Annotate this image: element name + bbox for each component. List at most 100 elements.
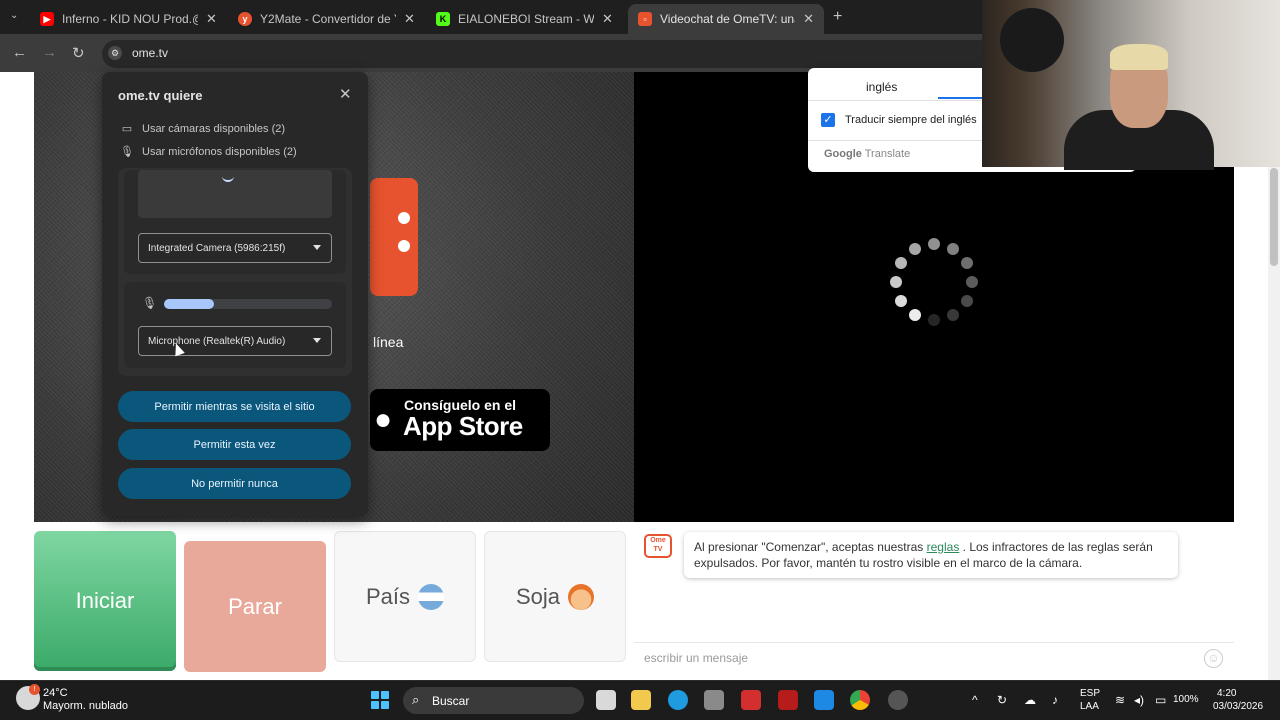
camera-select[interactable]: Integrated Camera (5986:215f): [138, 233, 332, 263]
temperature[interactable]: 24°C: [43, 687, 68, 699]
button-label: Permitir esta vez: [193, 438, 276, 451]
tab-title: Y2Mate - Convertidor de YouTu: [260, 12, 396, 26]
dropdown-caret-icon: [313, 245, 321, 250]
scrollbar-thumb[interactable]: [1270, 168, 1278, 266]
weather-description[interactable]: Mayorm. nublado: [43, 700, 128, 712]
webcam-person-hair: [1110, 44, 1168, 70]
file-explorer-icon[interactable]: [631, 690, 651, 710]
camera-loading-icon: [222, 170, 234, 182]
keyboard-layout[interactable]: LAA: [1080, 701, 1099, 712]
translate-tab-indicator: [938, 97, 984, 99]
permission-title: ome.tv quiere: [118, 88, 203, 103]
mic-select-value: Microphone (Realtek(R) Audio): [148, 335, 286, 347]
mic-permission-label: Usar micrófonos disponibles (2): [142, 145, 297, 158]
gender-button[interactable]: Soja: [484, 531, 626, 662]
site-info-icon[interactable]: ⚙: [108, 46, 122, 60]
weather-alert-badge: !: [29, 684, 40, 695]
youtube-icon: ▶: [40, 12, 54, 26]
close-tab-icon[interactable]: ✕: [206, 11, 217, 27]
emoji-icon[interactable]: ☺: [1204, 649, 1223, 668]
spinner-dot: [947, 308, 959, 321]
never-allow-button[interactable]: No permitir nunca: [118, 468, 351, 499]
mcafee-icon[interactable]: [778, 690, 798, 710]
sync-icon[interactable]: ↻: [997, 693, 1007, 707]
taskbar-search[interactable]: [403, 687, 584, 714]
google-translate-brand: Google Translate: [824, 148, 910, 160]
rules-link[interactable]: reglas: [927, 540, 960, 554]
ometv-icon: ▫: [638, 12, 652, 26]
microphone-icon: 🎙: [120, 146, 134, 158]
stop-label: Parar: [228, 593, 282, 619]
allow-once-button[interactable]: Permitir esta vez: [118, 429, 351, 460]
spinner-dot: [890, 276, 902, 288]
stop-button[interactable]: Parar: [184, 541, 326, 672]
tab-y2mate[interactable]: y Y2Mate - Convertidor de YouTu ✕: [228, 4, 426, 34]
country-button[interactable]: País: [334, 531, 476, 662]
translate-language-tab[interactable]: inglés: [866, 80, 897, 94]
tab-search-chevron-icon[interactable]: ⌄: [10, 10, 18, 21]
url-text[interactable]: ome.tv: [132, 46, 168, 60]
allow-while-visiting-button[interactable]: Permitir mientras se visita el sitio: [118, 391, 351, 422]
app-icon[interactable]: [888, 690, 908, 710]
chat-logo-top: Ome: [650, 537, 666, 544]
tab-kick[interactable]: K EIALONEBOI Stream - Watch Liv ✕: [426, 4, 624, 34]
spinner-dot: [960, 295, 973, 307]
wifi-icon[interactable]: ≋: [1115, 693, 1125, 707]
spinner-dot: [928, 314, 940, 326]
always-translate-checkbox[interactable]: ✓: [821, 113, 835, 127]
logo-eye: [398, 240, 410, 252]
forward-icon[interactable]: →: [42, 44, 57, 61]
tray-microphone-icon[interactable]: ♪: [1052, 693, 1058, 707]
store-icon[interactable]: [704, 690, 724, 710]
battery-icon[interactable]: ▭: [1155, 693, 1166, 707]
button-label: No permitir nunca: [191, 477, 278, 490]
edge-icon[interactable]: [668, 690, 688, 710]
camera-icon: ▭: [121, 123, 133, 135]
close-tab-icon[interactable]: ✕: [602, 11, 613, 27]
close-tab-icon[interactable]: ✕: [404, 11, 415, 27]
mic-level-fill: [164, 299, 214, 309]
translate-brand-text: Translate: [864, 148, 911, 160]
close-icon[interactable]: ✕: [339, 85, 352, 103]
clock-date[interactable]: 03/03/2026: [1213, 701, 1263, 712]
kick-icon: K: [436, 12, 450, 26]
ometv-logo: [370, 178, 418, 296]
message-text: Al presionar "Comenzar", aceptas nuestra…: [694, 540, 927, 554]
person-emoji-icon: [568, 583, 595, 610]
address-bar[interactable]: [102, 40, 992, 68]
show-hidden-icons[interactable]: ^: [972, 693, 978, 707]
chrome-icon[interactable]: [850, 690, 870, 710]
message-placeholder: escribir un mensaje: [644, 651, 749, 665]
spinner-dot: [960, 257, 973, 269]
camera-select-value: Integrated Camera (5986:215f): [148, 242, 286, 254]
battery-percent[interactable]: 100%: [1173, 694, 1199, 705]
microphone-select[interactable]: Microphone (Realtek(R) Audio): [138, 326, 332, 356]
tab-title: EIALONEBOI Stream - Watch Liv: [458, 12, 594, 26]
task-view-icon[interactable]: [596, 690, 616, 710]
close-tab-icon[interactable]: ✕: [803, 11, 814, 27]
back-icon[interactable]: ←: [12, 44, 27, 61]
tab-ometv[interactable]: ▫ Videochat de OmeTV: una alter ✕: [628, 4, 824, 34]
chat-logo-bottom: TV: [653, 546, 663, 553]
ometv-chat-logo: Ome TV: [644, 534, 672, 558]
argentina-flag-icon: [418, 583, 445, 610]
tab-inferno[interactable]: ▶ Inferno - KID NOU Prod.@tom ✕: [30, 4, 228, 34]
onedrive-icon[interactable]: ☁: [1024, 693, 1036, 707]
spinner-dot: [895, 295, 908, 307]
taskbar-search-label: Buscar: [432, 694, 470, 708]
reload-icon[interactable]: ↻: [72, 44, 85, 62]
windows-start-icon[interactable]: [371, 691, 389, 709]
spinner-dot: [909, 243, 921, 256]
webcam-background-microphone: [1000, 8, 1064, 72]
new-tab-icon[interactable]: +: [833, 8, 842, 26]
volume-icon[interactable]: ◂): [1134, 693, 1144, 707]
apple-icon: ●: [374, 403, 393, 436]
clock-time[interactable]: 4:20: [1217, 688, 1236, 699]
spinner-dot: [928, 238, 940, 250]
google-brand-text: Google: [824, 148, 862, 160]
input-language[interactable]: ESP: [1080, 688, 1100, 699]
start-button[interactable]: Iniciar: [34, 531, 176, 671]
microphone-level-icon: 🎙: [142, 296, 158, 310]
lenovo-icon[interactable]: [741, 690, 761, 710]
mail-icon[interactable]: [814, 690, 834, 710]
